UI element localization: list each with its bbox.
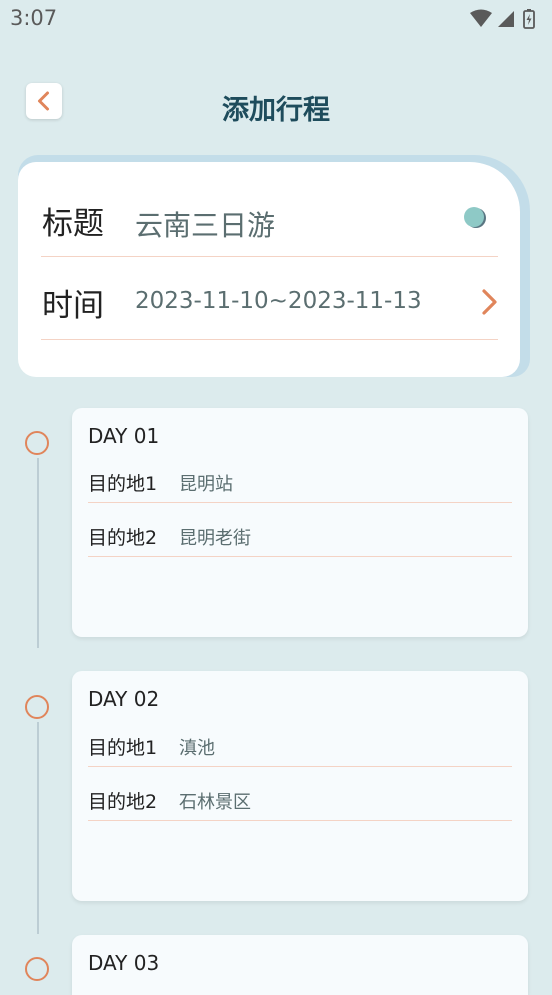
back-button[interactable] [26, 83, 62, 119]
day-title: DAY 03 [88, 951, 160, 975]
battery-icon [523, 9, 535, 29]
timeline-line [37, 722, 39, 934]
status-dot-icon [464, 207, 484, 227]
destination-value[interactable]: 昆明站 [179, 470, 233, 496]
timeline-node [25, 695, 49, 719]
time-label: 时间 [42, 288, 104, 324]
day-title: DAY 02 [88, 687, 160, 711]
title-input[interactable]: 云南三日游 [135, 204, 275, 244]
destination-label: 目的地1 [88, 737, 158, 759]
signal-icon [498, 11, 514, 27]
timeline-line [37, 458, 39, 648]
destination-value[interactable]: 石林景区 [179, 788, 251, 814]
divider [88, 502, 512, 503]
title-label: 标题 [42, 206, 104, 242]
timeline-node [25, 957, 49, 981]
day-title: DAY 01 [88, 424, 160, 448]
day-card[interactable]: DAY 01 目的地1 昆明站 目的地2 昆明老街 [72, 408, 528, 637]
divider [88, 820, 512, 821]
status-icons [468, 8, 540, 34]
divider [41, 256, 498, 257]
day-card[interactable]: DAY 02 目的地1 滇池 目的地2 石林景区 [72, 671, 528, 901]
day-card[interactable]: DAY 03 [72, 935, 528, 995]
divider [41, 339, 498, 340]
divider [88, 556, 512, 557]
destination-label: 目的地2 [88, 791, 158, 813]
chevron-right-icon[interactable] [480, 288, 500, 320]
header: 添加行程 [0, 80, 552, 126]
destination-label: 目的地2 [88, 527, 158, 549]
page-title: 添加行程 [222, 95, 330, 126]
status-time: 3:07 [10, 6, 58, 30]
chevron-left-icon [38, 91, 49, 111]
destination-value[interactable]: 昆明老街 [179, 524, 251, 550]
destination-value[interactable]: 滇池 [179, 734, 215, 760]
status-bar: 3:07 [0, 0, 552, 38]
info-card: 标题 云南三日游 时间 2023-11-10~2023-11-13 [18, 162, 520, 377]
destination-label: 目的地1 [88, 473, 158, 495]
divider [88, 766, 512, 767]
timeline-node [25, 431, 49, 455]
wifi-icon [470, 9, 492, 27]
time-range-value[interactable]: 2023-11-10~2023-11-13 [135, 288, 422, 314]
